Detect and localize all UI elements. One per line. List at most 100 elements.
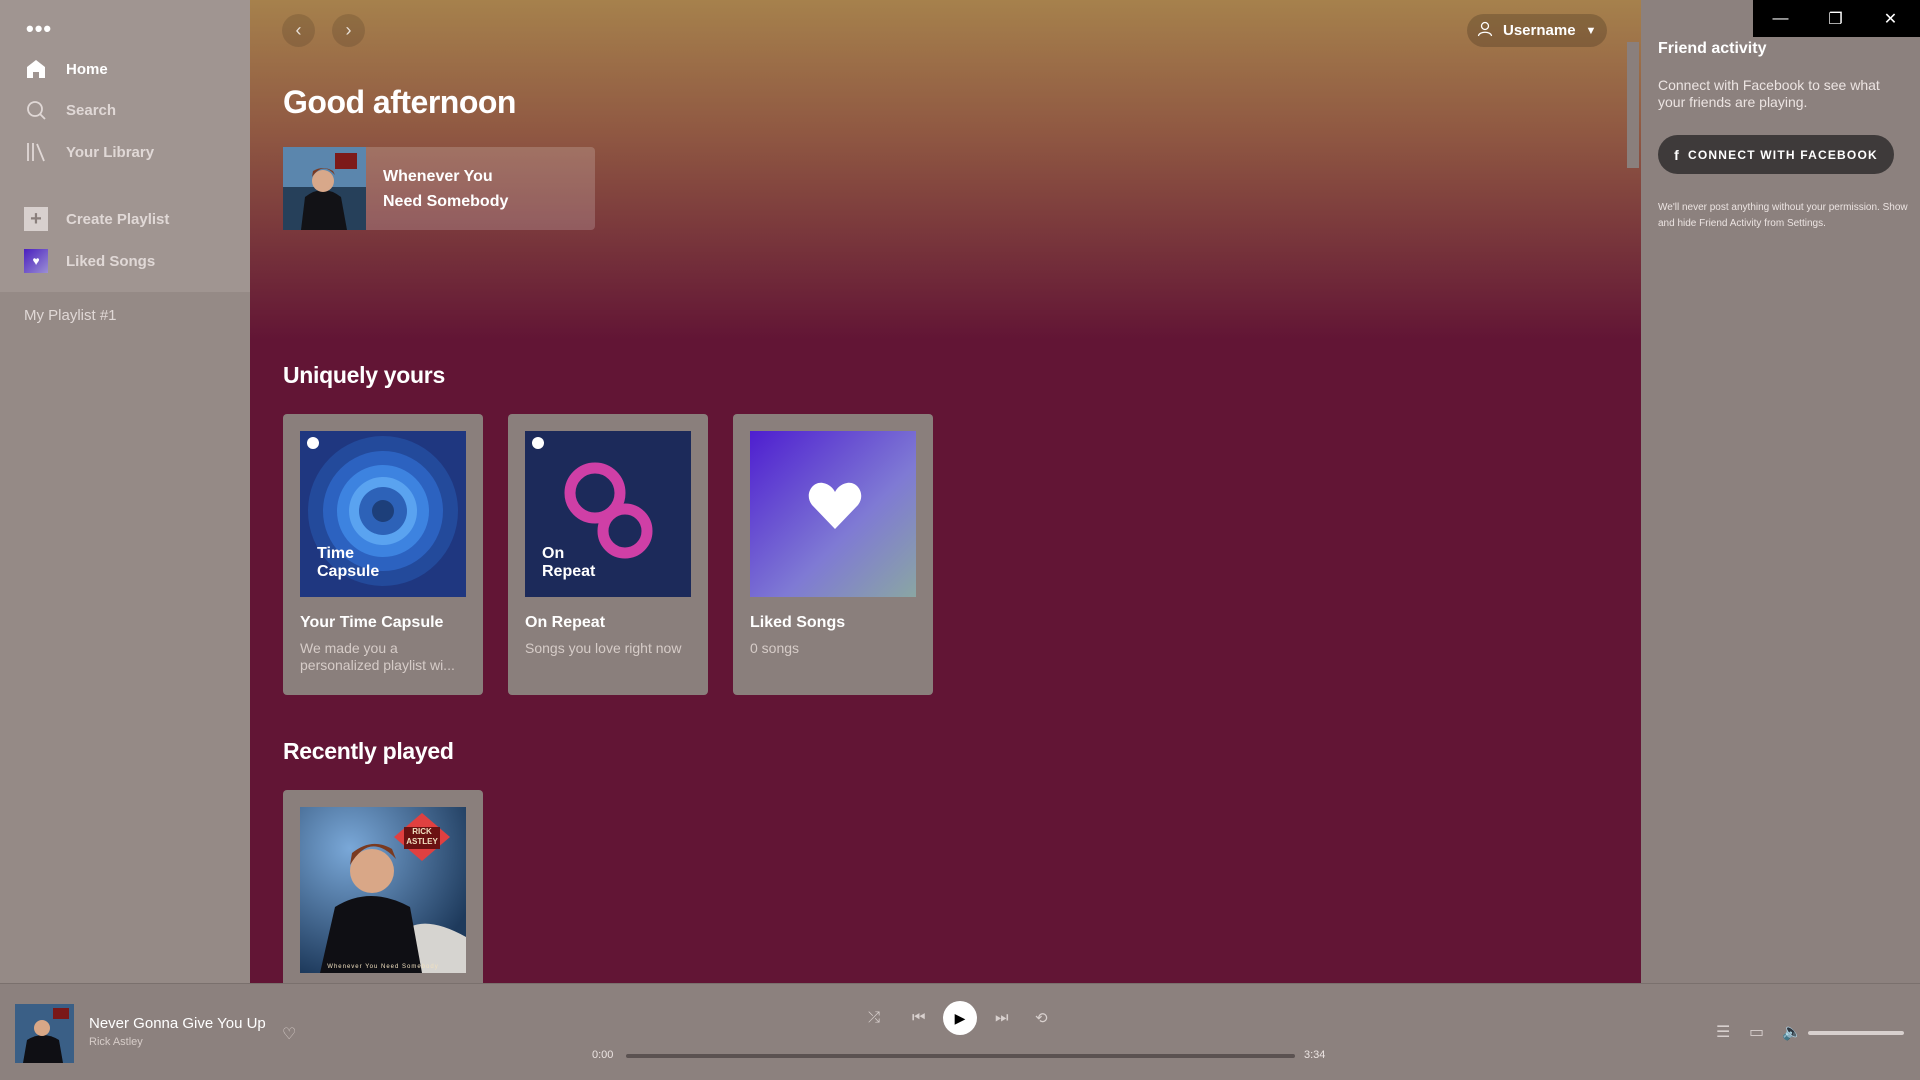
create-playlist-label: Create Playlist xyxy=(66,210,170,228)
card-title: Your Time Capsule xyxy=(300,614,444,631)
shuffle-button[interactable]: ⤮ xyxy=(868,1009,880,1026)
search-icon xyxy=(24,98,48,122)
queue-icon: ☰ xyxy=(1716,1024,1731,1041)
queue-button[interactable]: ☰ xyxy=(1716,1022,1730,1042)
liked-songs-label: Liked Songs xyxy=(66,252,156,270)
chevron-left-icon: ‹ xyxy=(295,20,302,40)
card-liked-songs[interactable]: Liked Songs 0 songs xyxy=(733,414,933,695)
library-icon xyxy=(24,140,48,164)
card-subtitle: Songs you love right now xyxy=(525,640,682,656)
art-label-line1: Time xyxy=(317,545,355,562)
heart-icon: ♥ xyxy=(24,249,48,273)
section-title-uniquely-yours: Uniquely yours xyxy=(283,362,445,388)
volume-fill xyxy=(1808,1031,1904,1035)
repeat-button[interactable]: ⟲ xyxy=(1035,1009,1048,1027)
connect-facebook-button[interactable]: f CONNECT WITH FACEBOOK xyxy=(1658,135,1894,174)
facebook-icon: f xyxy=(1674,146,1680,163)
previous-button[interactable]: ⏮ xyxy=(912,1009,926,1026)
close-button[interactable]: ✕ xyxy=(1863,0,1918,37)
shuffle-icon: ⤮ xyxy=(868,1009,881,1026)
sidebar-top: ••• Home Search Your Library + Create Pl… xyxy=(0,0,250,292)
volume-icon: 🔈 xyxy=(1782,1024,1802,1041)
devices-button[interactable]: ▭ xyxy=(1749,1022,1764,1042)
sidebar-item-label: Search xyxy=(66,101,117,119)
card-time-capsule[interactable]: Time Capsule Your Time Capsule We made y… xyxy=(283,414,483,695)
card-title: Liked Songs xyxy=(750,614,846,631)
friend-activity-title: Friend activity xyxy=(1658,40,1767,57)
sidebar-item-label: Your Library xyxy=(66,143,155,161)
album-art: RICK ASTLEY Whenever You Need Somebody xyxy=(300,807,466,973)
menu-dots-button[interactable]: ••• xyxy=(26,18,52,40)
main-content: ‹ › Username ▼ Good afternoon Whenever Y… xyxy=(250,0,1641,983)
friend-activity-panel: Friend activity Connect with Facebook to… xyxy=(1641,0,1920,983)
art-text-top: RICK xyxy=(412,827,432,836)
forward-button[interactable]: › xyxy=(332,14,365,47)
player-bar: Never Gonna Give You Up Rick Astley ♡ ⤮ … xyxy=(0,983,1920,1080)
section-title-recently-played: Recently played xyxy=(283,738,454,764)
card-on-repeat[interactable]: On Repeat On Repeat Songs you love right… xyxy=(508,414,708,695)
quick-card-title: Whenever You Need Somebody xyxy=(383,164,508,214)
track-artist[interactable]: Rick Astley xyxy=(89,1036,143,1048)
time-capsule-art: Time Capsule xyxy=(300,431,466,597)
card-subtitle: We made you a personalized playlist wi..… xyxy=(300,640,455,673)
window-controls: — ❐ ✕ xyxy=(1753,0,1920,37)
back-button[interactable]: ‹ xyxy=(282,14,315,47)
art-label-line1: On xyxy=(542,545,565,562)
connect-facebook-label: CONNECT WITH FACEBOOK xyxy=(1688,147,1878,162)
scrollbar[interactable] xyxy=(1627,42,1639,168)
restore-button[interactable]: ❐ xyxy=(1808,0,1863,37)
liked-songs-art xyxy=(750,431,916,597)
sidebar-item-home[interactable]: Home xyxy=(24,57,108,81)
on-repeat-art: On Repeat xyxy=(525,431,691,597)
album-art-text: RICK ASTLEY xyxy=(404,827,440,847)
track-title[interactable]: Never Gonna Give You Up xyxy=(89,1015,266,1032)
play-button[interactable]: ▶ xyxy=(943,1001,977,1035)
card-subtitle: 0 songs xyxy=(750,640,800,656)
heart-outline-icon[interactable]: ♡ xyxy=(282,1024,296,1044)
skip-forward-icon: ⏭ xyxy=(995,1009,1009,1026)
username-label: Username xyxy=(1503,22,1576,39)
caret-down-icon: ▼ xyxy=(1585,24,1597,37)
card-title: On Repeat xyxy=(525,614,606,631)
art-label-line2: Repeat xyxy=(542,563,596,580)
art-label: On Repeat xyxy=(542,545,595,581)
page-title: Good afternoon xyxy=(283,84,516,120)
time-total: 3:34 xyxy=(1304,1049,1326,1061)
sidebar: ••• Home Search Your Library + Create Pl… xyxy=(0,0,250,983)
quick-card-title-line2: Need Somebody xyxy=(383,192,509,210)
sidebar-item-search[interactable]: Search xyxy=(24,98,116,122)
art-label: Time Capsule xyxy=(317,545,379,581)
now-playing-art[interactable] xyxy=(15,1004,74,1063)
play-icon: ▶ xyxy=(954,1009,966,1026)
minimize-button[interactable]: — xyxy=(1753,0,1808,37)
devices-icon: ▭ xyxy=(1749,1024,1765,1041)
user-menu-button[interactable]: Username ▼ xyxy=(1467,14,1607,47)
friend-activity-note: We'll never post anything without your p… xyxy=(1658,202,1908,229)
volume-slider[interactable] xyxy=(1808,1031,1904,1035)
repeat-icon: ⟲ xyxy=(1035,1010,1048,1027)
next-button[interactable]: ⏭ xyxy=(995,1009,1009,1026)
album-art xyxy=(283,147,366,230)
volume-button[interactable]: 🔈 xyxy=(1782,1022,1802,1042)
home-icon xyxy=(24,57,48,81)
card-recently-played[interactable]: RICK ASTLEY Whenever You Need Somebody xyxy=(283,790,483,983)
progress-bar[interactable] xyxy=(626,1054,1295,1058)
close-icon: ✕ xyxy=(1883,10,1898,28)
user-icon xyxy=(1477,21,1493,41)
chevron-right-icon: › xyxy=(345,20,352,40)
heart-icon xyxy=(808,481,862,536)
liked-songs-button[interactable]: ♥ Liked Songs xyxy=(24,249,155,273)
quick-access-card[interactable]: Whenever You Need Somebody xyxy=(283,147,595,230)
plus-icon: + xyxy=(24,207,48,231)
playlist-item[interactable]: My Playlist #1 xyxy=(24,307,117,324)
minimize-icon: — xyxy=(1772,9,1789,27)
sidebar-item-label: Home xyxy=(66,60,108,78)
art-label-line2: Capsule xyxy=(317,563,380,580)
friend-activity-text: Connect with Facebook to see what your f… xyxy=(1658,77,1880,110)
album-art-caption: Whenever You Need Somebody xyxy=(327,964,439,970)
restore-icon: ❐ xyxy=(1828,10,1843,28)
quick-card-title-line1: Whenever You xyxy=(383,167,493,185)
create-playlist-button[interactable]: + Create Playlist xyxy=(24,207,169,231)
art-text-name: ASTLEY xyxy=(406,837,438,846)
sidebar-item-library[interactable]: Your Library xyxy=(24,140,154,164)
